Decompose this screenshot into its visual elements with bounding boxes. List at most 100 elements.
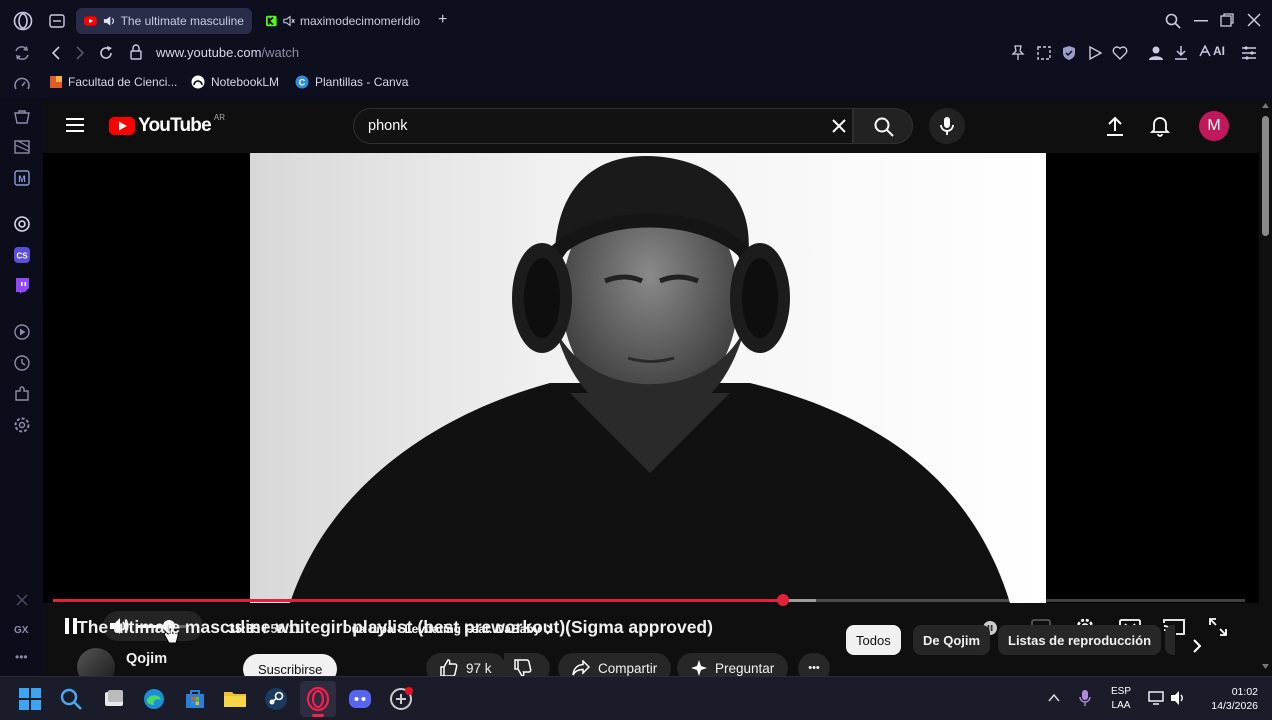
- chip-listas[interactable]: Listas de reproducción: [998, 625, 1162, 655]
- voice-search-button[interactable]: [929, 108, 965, 144]
- hamburger-menu-icon[interactable]: [66, 118, 84, 132]
- game-launcher-icon[interactable]: [389, 687, 413, 711]
- scrollbar-thumb[interactable]: [1262, 116, 1269, 236]
- mic-tray-icon[interactable]: [1079, 689, 1091, 707]
- opera-gx-icon: [306, 687, 330, 711]
- task-view-icon[interactable]: [102, 687, 126, 711]
- channel-name[interactable]: Qojim: [126, 651, 167, 667]
- windows-taskbar: ESP LAA 01:02 14/3/2026: [0, 676, 1272, 720]
- video-player[interactable]: 35:35 / 58:11 Dua Lipa - Levitating Feat…: [43, 153, 1259, 644]
- video-title: The ultimate masculine whitegirl playlis…: [77, 617, 713, 637]
- history-icon[interactable]: [13, 354, 31, 372]
- pause-button[interactable]: [64, 617, 78, 635]
- shopping-icon[interactable]: [13, 108, 31, 126]
- network-icon[interactable]: [1148, 691, 1166, 705]
- muted-speaker-icon[interactable]: [282, 15, 295, 27]
- minimize-icon[interactable]: [1194, 20, 1208, 22]
- volume-tray-icon[interactable]: [1170, 690, 1188, 706]
- bookmark-label: Facultad de Cienci...: [68, 75, 178, 89]
- download-icon[interactable]: [1173, 45, 1189, 61]
- subscribe-button[interactable]: Suscribirse: [243, 654, 338, 676]
- tray-expand-icon[interactable]: [1048, 693, 1060, 703]
- close-window-icon[interactable]: [1247, 13, 1261, 27]
- chatgpt-icon[interactable]: [13, 215, 31, 233]
- scroll-down-icon[interactable]: [1262, 664, 1269, 669]
- player-sidebar-icon[interactable]: [13, 323, 31, 341]
- easy-setup-icon[interactable]: [1241, 46, 1257, 60]
- chip-todos[interactable]: Todos: [846, 625, 901, 655]
- edge-icon[interactable]: [142, 687, 166, 711]
- channel-avatar[interactable]: [77, 648, 115, 676]
- dislike-button[interactable]: [504, 653, 550, 676]
- more-sidebar-icon[interactable]: •••: [15, 650, 28, 664]
- back-icon[interactable]: [50, 46, 62, 60]
- url-field[interactable]: www.youtube.com/watch: [156, 45, 299, 60]
- twitch-icon[interactable]: [13, 277, 31, 295]
- speaker-icon[interactable]: [103, 15, 116, 27]
- bookmark-facultad[interactable]: Facultad de Cienci...: [50, 75, 177, 89]
- forward-icon[interactable]: [74, 46, 86, 60]
- store-icon[interactable]: [183, 687, 207, 711]
- more-actions-button[interactable]: •••: [798, 653, 830, 676]
- lock-icon[interactable]: [129, 44, 143, 60]
- search-input[interactable]: phonk: [368, 118, 408, 134]
- progress-scrubber[interactable]: [776, 594, 789, 606]
- url-host: www.youtube.com: [156, 45, 262, 60]
- chip-partial[interactable]: [1165, 625, 1175, 655]
- bookmark-notebooklm[interactable]: NotebookLM: [191, 75, 279, 89]
- chips-next-icon[interactable]: [1193, 639, 1202, 653]
- new-tab-button[interactable]: +: [438, 11, 447, 29]
- workspaces-icon[interactable]: [49, 14, 65, 28]
- search-box[interactable]: phonk: [353, 108, 853, 144]
- gx-label[interactable]: GX: [14, 625, 28, 636]
- discord-icon[interactable]: [348, 687, 372, 711]
- scroll-up-icon[interactable]: [1262, 103, 1269, 108]
- reload-icon[interactable]: [98, 45, 114, 61]
- speed-dial-icon[interactable]: [13, 76, 31, 94]
- sync-icon[interactable]: [13, 44, 31, 62]
- steam-icon[interactable]: [264, 687, 288, 711]
- tab-kick-stream[interactable]: maximodecimomeridio: [258, 8, 428, 34]
- snapshot-icon[interactable]: [1036, 45, 1052, 61]
- ask-button[interactable]: Preguntar: [677, 653, 789, 676]
- heart-icon[interactable]: [1112, 45, 1128, 61]
- search-tabs-icon[interactable]: [1165, 13, 1181, 29]
- like-button[interactable]: 97 k: [426, 653, 506, 676]
- notifications-bell-icon[interactable]: [1150, 115, 1170, 137]
- csgo-icon[interactable]: CS: [13, 246, 31, 264]
- video-frame[interactable]: [250, 153, 1046, 603]
- progress-bar[interactable]: [53, 594, 1245, 606]
- clear-search-icon[interactable]: [832, 119, 846, 133]
- file-explorer-icon[interactable]: [223, 687, 247, 711]
- canva-icon: C: [295, 75, 309, 89]
- fullscreen-icon[interactable]: [1209, 618, 1227, 636]
- played-bar: [53, 599, 783, 602]
- messenger-icon[interactable]: M: [13, 169, 31, 187]
- search-button[interactable]: [853, 108, 913, 144]
- upload-icon[interactable]: [1106, 116, 1124, 136]
- settings-icon[interactable]: [13, 416, 31, 434]
- bookmark-favicon-icon: [50, 76, 62, 88]
- player-icon[interactable]: [1087, 45, 1103, 61]
- bookmark-canva[interactable]: C Plantillas - Canva: [295, 75, 408, 89]
- windows-start-icon[interactable]: [18, 687, 42, 711]
- clock-time: 01:02: [1231, 686, 1258, 698]
- youtube-logo[interactable]: YouTube AR: [109, 113, 225, 137]
- aria-ai-button[interactable]: AI: [1199, 44, 1225, 58]
- opera-gx-taskbar-active[interactable]: [300, 681, 336, 717]
- share-button[interactable]: Compartir: [558, 653, 672, 676]
- language-indicator[interactable]: ESP LAA: [1111, 685, 1131, 713]
- shield-icon[interactable]: [1061, 45, 1077, 61]
- wallet-icon[interactable]: [13, 138, 31, 156]
- account-avatar[interactable]: M: [1199, 111, 1229, 141]
- chip-de-qojim[interactable]: De Qojim: [913, 625, 991, 655]
- clock[interactable]: 01:02 14/3/2026: [1198, 685, 1258, 713]
- extensions-icon[interactable]: [13, 385, 31, 403]
- mod-icon[interactable]: [13, 591, 31, 609]
- pin-icon[interactable]: [1011, 45, 1025, 61]
- restore-icon[interactable]: [1220, 13, 1234, 27]
- tab-youtube-video[interactable]: The ultimate masculine: [76, 8, 252, 34]
- page-scrollbar[interactable]: [1259, 100, 1272, 676]
- profile-icon[interactable]: [1148, 45, 1164, 61]
- search-taskbar-icon[interactable]: [59, 687, 83, 711]
